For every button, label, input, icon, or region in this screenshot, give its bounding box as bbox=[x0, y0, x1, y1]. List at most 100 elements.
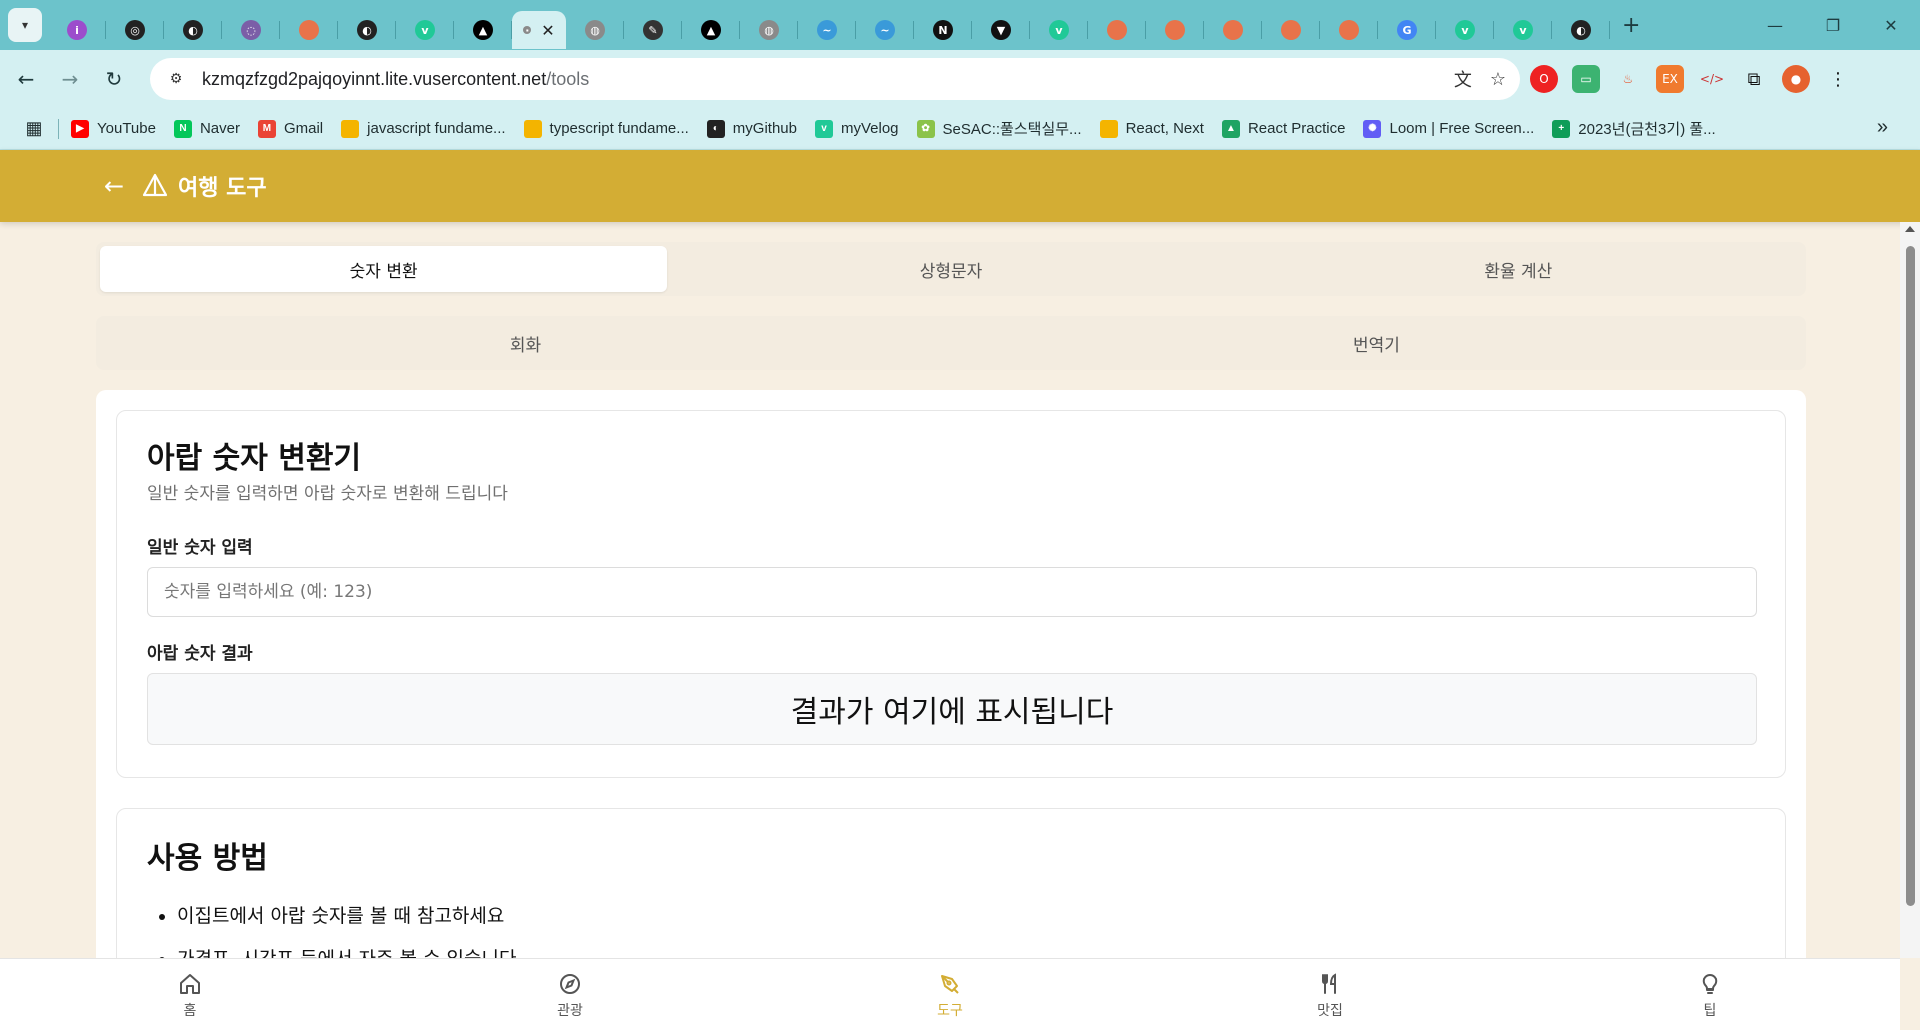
bookmark-item[interactable]: M Gmail bbox=[257, 119, 323, 138]
bookmark-label: javascript fundame... bbox=[367, 120, 506, 137]
browser-tab[interactable] bbox=[1320, 11, 1378, 49]
tool-tab[interactable]: 번역기 bbox=[951, 320, 1802, 366]
tool-tabs-primary: 숫자 변환 상형문자 환율 계산 bbox=[96, 242, 1806, 296]
lightbulb-icon bbox=[1696, 970, 1724, 998]
browser-tab[interactable]: N bbox=[914, 11, 972, 49]
bookmark-label: myGithub bbox=[732, 120, 797, 137]
nav-item[interactable]: 맛집 bbox=[1140, 959, 1520, 1030]
browser-tab[interactable]: i bbox=[48, 11, 106, 49]
browser-tab[interactable]: ◐ bbox=[338, 11, 396, 49]
bookmark-item[interactable]: ◐ myGithub bbox=[706, 119, 797, 138]
close-tab-icon[interactable]: ✕ bbox=[541, 21, 554, 40]
window-controls: — ❐ ✕ bbox=[1746, 0, 1920, 50]
nav-label: 팁 bbox=[1703, 1002, 1717, 1019]
browser-tab[interactable]: v bbox=[1494, 11, 1552, 49]
browser-tab[interactable]: ▲ bbox=[682, 11, 740, 49]
scroll-up-arrow[interactable] bbox=[1905, 226, 1915, 232]
code-extension-icon[interactable]: </> bbox=[1698, 65, 1726, 93]
bookmark-item[interactable]: +2023년(금천3기) 풀... bbox=[1552, 118, 1716, 139]
more-bookmarks-icon[interactable]: » bbox=[1877, 116, 1888, 139]
scroll-thumb[interactable] bbox=[1906, 246, 1915, 906]
profile-avatar-icon[interactable]: ● bbox=[1782, 65, 1810, 93]
browser-tab[interactable]: ◐ bbox=[164, 11, 222, 49]
browser-tab[interactable]: G bbox=[1378, 11, 1436, 49]
browser-tab[interactable]: · ✕ bbox=[512, 11, 566, 49]
number-input[interactable] bbox=[147, 567, 1757, 617]
menu-kebab-icon[interactable]: ⋮ bbox=[1824, 65, 1852, 93]
browser-tab[interactable] bbox=[1146, 11, 1204, 49]
fire-extension-icon[interactable]: ♨ bbox=[1614, 65, 1642, 93]
puzzle-extensions-icon[interactable]: ⧉ bbox=[1740, 65, 1768, 93]
browser-tab[interactable]: v bbox=[1030, 11, 1088, 49]
site-info-icon[interactable]: ⚙ bbox=[162, 65, 190, 93]
browser-tab[interactable]: ▼ bbox=[972, 11, 1030, 49]
bookmark-item[interactable]: v myVelog bbox=[814, 119, 899, 138]
usage-list: 이집트에서 아랍 숫자를 볼 때 참고하세요 가격표, 시간표 등에서 자주 볼… bbox=[177, 901, 516, 958]
bookmark-star-icon[interactable]: ☆ bbox=[1490, 69, 1506, 90]
forward-button[interactable]: → bbox=[52, 61, 88, 97]
browser-tab[interactable]: ◎ bbox=[106, 11, 164, 49]
minimize-button[interactable]: — bbox=[1746, 0, 1804, 50]
blue-wave-icon: ~ bbox=[817, 20, 837, 40]
usage-item: 가격표, 시간표 등에서 자주 볼 수 있습니다 bbox=[177, 944, 516, 958]
nav-item[interactable]: 도구 bbox=[760, 959, 1140, 1030]
bookmark-item[interactable]: React, Next bbox=[1099, 119, 1204, 138]
browser-tab[interactable]: ◍ bbox=[740, 11, 798, 49]
translate-icon[interactable]: 文 bbox=[1454, 66, 1472, 92]
bookmark-item[interactable]: ✺ Loom | Free Screen... bbox=[1363, 119, 1535, 138]
nav-item[interactable]: 관광 bbox=[380, 959, 760, 1030]
bookmark-label: Loom | Free Screen... bbox=[1389, 120, 1535, 137]
browser-tab[interactable]: ▲ bbox=[454, 11, 512, 49]
apps-grid-icon[interactable]: ▦ bbox=[18, 113, 50, 145]
opera-extension-icon[interactable]: O bbox=[1530, 65, 1558, 93]
nav-item[interactable]: 팁 bbox=[1520, 959, 1900, 1030]
bookmark-item[interactable]: javascript fundame... bbox=[341, 119, 506, 138]
tool-tabs-secondary: 회화 번역기 bbox=[96, 316, 1806, 370]
green-extension-icon[interactable]: ▭ bbox=[1572, 65, 1600, 93]
browser-tab[interactable] bbox=[280, 11, 338, 49]
globe-icon: ◍ bbox=[585, 20, 605, 40]
browser-tab[interactable] bbox=[1262, 11, 1320, 49]
close-window-button[interactable]: ✕ bbox=[1862, 0, 1920, 50]
bookmark-list: ▶ YouTube N Naver M Gmail javascript fundame..… bbox=[71, 118, 1734, 139]
input-label: 일반 숫자 입력 bbox=[147, 538, 253, 558]
bookmark-item[interactable]: ▲ React Practice bbox=[1221, 119, 1346, 138]
browser-tab[interactable] bbox=[1088, 11, 1146, 49]
velog-icon: v bbox=[814, 119, 833, 138]
new-tab-button[interactable]: + bbox=[1622, 13, 1640, 38]
page-scrollbar[interactable] bbox=[1900, 222, 1920, 958]
orange-dot-icon bbox=[1223, 20, 1243, 40]
browser-tab[interactable]: ◌ bbox=[222, 11, 280, 49]
reload-button[interactable]: ↻ bbox=[96, 61, 132, 97]
home-icon bbox=[176, 970, 204, 998]
utensils-icon bbox=[1316, 970, 1344, 998]
nav-item[interactable]: 홈 bbox=[0, 959, 380, 1030]
pen-tool-icon bbox=[936, 970, 964, 998]
tool-tab[interactable]: 상형문자 bbox=[667, 246, 1234, 292]
browser-tab[interactable]: ~ bbox=[856, 11, 914, 49]
tool-tab[interactable]: 환율 계산 bbox=[1235, 246, 1802, 292]
tab-search-button[interactable]: ▾ bbox=[8, 8, 42, 42]
bookmark-item[interactable]: N Naver bbox=[173, 119, 240, 138]
ex-extension-icon[interactable]: EX bbox=[1656, 65, 1684, 93]
address-bar[interactable]: ⚙ kzmqzfzgd2pajqoyinnt.lite.vusercontent… bbox=[150, 58, 1520, 100]
bookmark-item[interactable]: typescript fundame... bbox=[523, 119, 689, 138]
converter-title: 아랍 숫자 변환기 bbox=[147, 441, 362, 476]
browser-tab[interactable]: ~ bbox=[798, 11, 856, 49]
browser-tab[interactable]: ◐ bbox=[1552, 11, 1610, 49]
browser-tab[interactable]: ◍ bbox=[566, 11, 624, 49]
browser-tab[interactable] bbox=[1204, 11, 1262, 49]
back-button[interactable]: ← bbox=[8, 61, 44, 97]
arrow-left-icon[interactable]: ← bbox=[104, 172, 132, 200]
bookmark-item[interactable]: ▶ YouTube bbox=[71, 119, 156, 138]
browser-tab[interactable]: ✎ bbox=[624, 11, 682, 49]
orange-dot-icon bbox=[1165, 20, 1185, 40]
tool-tab[interactable]: 회화 bbox=[100, 320, 951, 366]
browser-tab[interactable]: v bbox=[396, 11, 454, 49]
tool-tab[interactable]: 숫자 변환 bbox=[100, 246, 668, 292]
browser-tab[interactable]: v bbox=[1436, 11, 1494, 49]
bookmark-item[interactable]: ✿ SeSAC::풀스택실무... bbox=[916, 118, 1082, 139]
restore-button[interactable]: ❐ bbox=[1804, 0, 1862, 50]
bookmark-label: React Practice bbox=[1247, 120, 1346, 137]
pen-icon: ✎ bbox=[643, 20, 663, 40]
